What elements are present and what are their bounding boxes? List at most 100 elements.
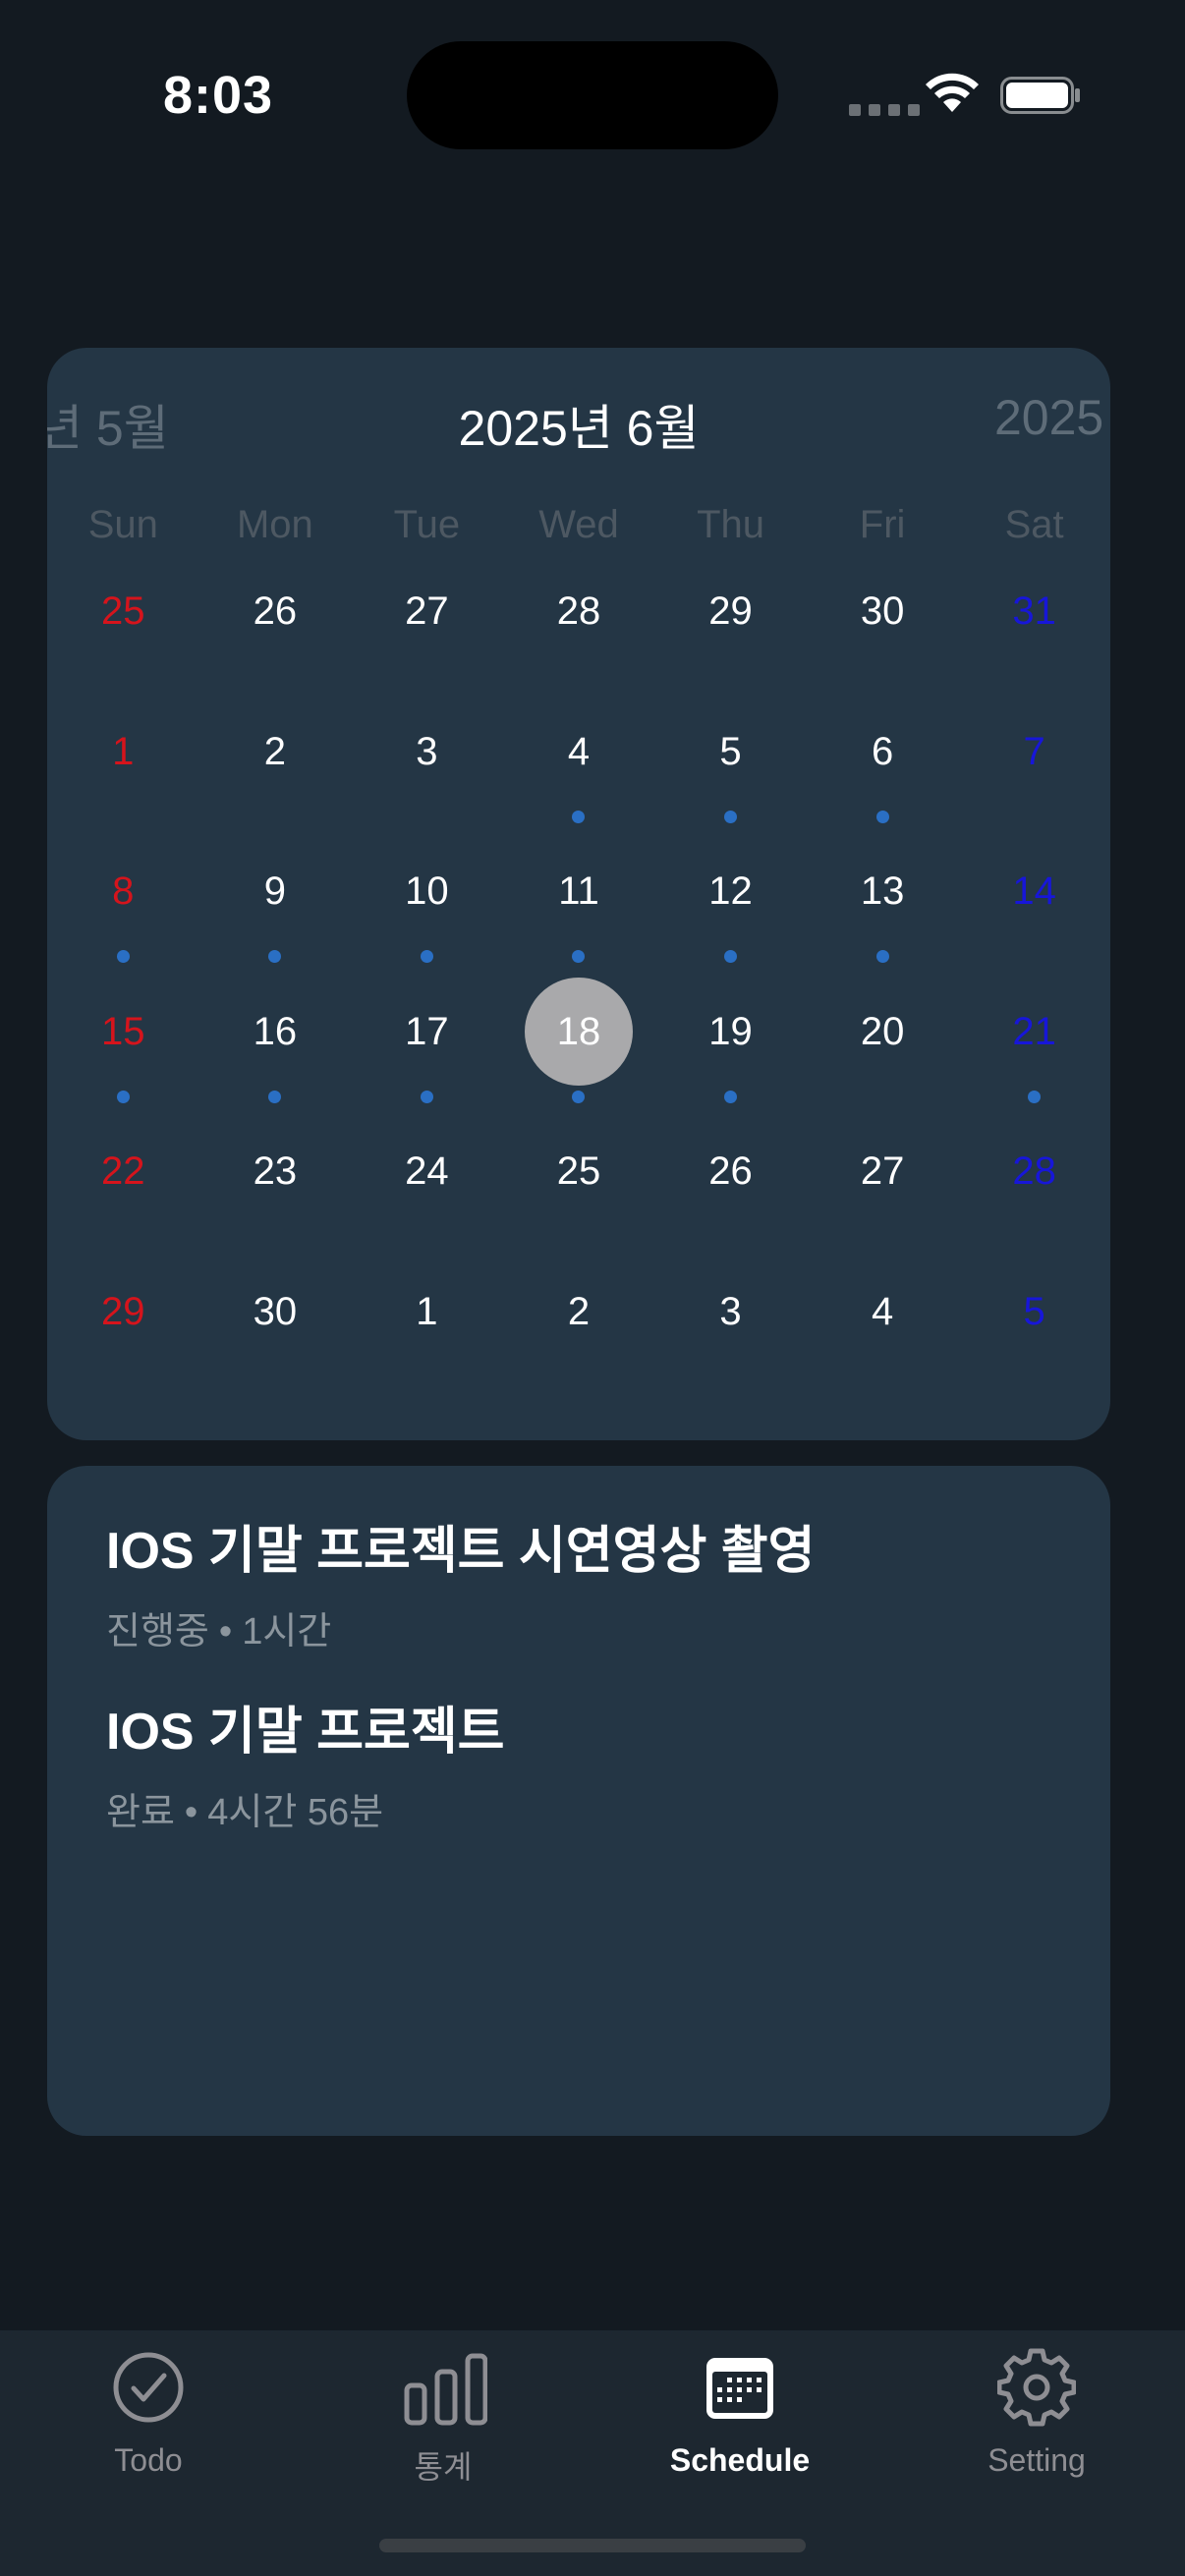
calendar-day[interactable]: 30	[199, 1270, 352, 1411]
calendar-day[interactable]: 19	[654, 990, 807, 1131]
calendar-day[interactable]: 27	[351, 570, 503, 710]
event-indicator-dot	[1028, 1090, 1042, 1103]
tab-todo-label: Todo	[114, 2442, 183, 2478]
calendar-day-number: 31	[958, 570, 1110, 652]
day-number-text: 1	[112, 729, 135, 773]
tab-schedule[interactable]: Schedule	[592, 2330, 887, 2488]
calendar-day[interactable]: 25	[503, 1130, 655, 1270]
calendar-day[interactable]: 6	[807, 710, 959, 851]
day-number-text: 3	[719, 1289, 742, 1333]
schedule-item[interactable]: IOS 기말 프로젝트 완료 • 4시간 56분	[106, 1690, 505, 1835]
event-indicator-dot	[420, 950, 433, 963]
day-number-text: 8	[112, 869, 135, 913]
tab-stats[interactable]: 통계	[296, 2330, 591, 2488]
day-number-text: 15	[101, 1009, 145, 1053]
calendar-day[interactable]: 7	[958, 710, 1110, 851]
calendar-day[interactable]: 24	[351, 1130, 503, 1270]
tab-todo[interactable]: Todo	[1, 2330, 296, 2488]
event-indicator-dot	[724, 950, 738, 963]
calendar-day[interactable]: 5	[958, 1270, 1110, 1411]
calendar-day-number: 10	[351, 850, 503, 932]
event-indicator-dot	[572, 950, 586, 963]
day-number-text: 18	[556, 1009, 601, 1053]
calendar-day[interactable]: 4	[503, 710, 655, 851]
day-number-text: 4	[871, 1289, 894, 1333]
calendar-day[interactable]: 21	[958, 990, 1110, 1131]
calendar-day[interactable]: 10	[351, 850, 503, 990]
calendar-day-number: 22	[47, 1130, 199, 1212]
day-number-text: 30	[253, 1289, 298, 1333]
calendar-day[interactable]: 28	[958, 1130, 1110, 1270]
day-number-text: 24	[405, 1149, 449, 1193]
calendar-day[interactable]: 3	[351, 710, 503, 851]
calendar-day[interactable]: 1	[47, 710, 199, 851]
calendar-day[interactable]: 26	[199, 570, 352, 710]
dynamic-island	[407, 41, 778, 149]
calendar-day[interactable]: 26	[654, 1130, 807, 1270]
weekday-mon: Mon	[236, 503, 313, 546]
weekday-header: Sun Mon Tue Wed Thu Fri Sat	[47, 503, 1110, 547]
calendar-day[interactable]: 23	[199, 1130, 352, 1270]
calendar-day[interactable]: 2	[199, 710, 352, 851]
calendar-day[interactable]: 3	[654, 1270, 807, 1411]
calendar-day[interactable]: 12	[654, 850, 807, 990]
calendar-day[interactable]: 27	[807, 1130, 959, 1270]
day-number-text: 2	[567, 1289, 591, 1333]
calendar-day[interactable]: 31	[958, 570, 1110, 710]
weekday-fri: Fri	[859, 503, 906, 546]
day-number-text: 25	[101, 589, 145, 633]
calendar-day[interactable]: 22	[47, 1130, 199, 1270]
calendar-day[interactable]: 14	[958, 850, 1110, 990]
calendar-day-number: 23	[199, 1130, 352, 1212]
calendar-day[interactable]: 2	[503, 1270, 655, 1411]
calendar-day[interactable]: 8	[47, 850, 199, 990]
calendar-day-number: 26	[199, 570, 352, 652]
calendar-day-number: 14	[958, 850, 1110, 932]
calendar-day-number: 30	[807, 570, 959, 652]
tab-stats-label: 통계	[414, 2449, 473, 2485]
calendar-day-number: 27	[807, 1130, 959, 1212]
calendar-day[interactable]: 1	[351, 1270, 503, 1411]
meta-separator: •	[184, 1792, 198, 1833]
schedule-item[interactable]: IOS 기말 프로젝트 시연영상 촬영 진행중 • 1시간	[106, 1509, 815, 1654]
calendar-day[interactable]: 30	[807, 570, 959, 710]
calendar-day-number: 19	[654, 990, 807, 1073]
calendar-day-number: 15	[47, 990, 199, 1073]
event-indicator-dot	[420, 1090, 433, 1103]
gear-icon	[997, 2348, 1076, 2427]
screen: 8:03 년 5월 2025년 6월 2025 Sun Mon Tue Wed …	[0, 0, 1185, 2576]
calendar-day[interactable]: 16	[199, 990, 352, 1131]
calendar-day[interactable]: 17	[351, 990, 503, 1131]
calendar-day[interactable]: 15	[47, 990, 199, 1131]
calendar-day[interactable]: 4	[807, 1270, 959, 1411]
calendar-day[interactable]: 28	[503, 570, 655, 710]
calendar-day[interactable]: 13	[807, 850, 959, 990]
calendar-day[interactable]: 9	[199, 850, 352, 990]
calendar-day-number: 27	[351, 570, 503, 652]
calendar-day[interactable]: 25	[47, 570, 199, 710]
event-indicator-dot	[572, 810, 586, 823]
current-month-title: 2025년 6월	[458, 401, 700, 456]
weekday-sun: Sun	[87, 503, 158, 546]
calendar-day-number: 18	[503, 977, 655, 1086]
event-indicator-dot	[268, 1090, 282, 1103]
calendar-day-number: 7	[958, 710, 1110, 793]
weekday-thu: Thu	[697, 503, 764, 546]
schedule-item-title: IOS 기말 프로젝트 시연영상 촬영	[106, 1523, 816, 1580]
schedule-item-duration: 4시간 56분	[207, 1792, 384, 1833]
calendar-day[interactable]: 29	[47, 1270, 199, 1411]
calendar-day[interactable]: 5	[654, 710, 807, 851]
day-number-text: 19	[708, 1009, 753, 1053]
calendar-day-number: 5	[654, 710, 807, 793]
calendar-day[interactable]: 18	[503, 977, 655, 1131]
schedule-list-card: IOS 기말 프로젝트 시연영상 촬영 진행중 • 1시간 IOS 기말 프로젝트 …	[47, 1466, 1110, 2136]
calendar-day-number: 4	[503, 710, 655, 793]
calendar-day[interactable]: 29	[654, 570, 807, 710]
calendar-day[interactable]: 11	[503, 850, 655, 990]
tab-setting[interactable]: Setting	[889, 2330, 1184, 2488]
tab-schedule-label: Schedule	[669, 2442, 811, 2478]
day-number-text: 5	[719, 729, 742, 773]
calendar-day-number: 3	[351, 710, 503, 793]
next-month-label[interactable]: 2025	[994, 389, 1103, 446]
calendar-day[interactable]: 20	[807, 990, 959, 1131]
